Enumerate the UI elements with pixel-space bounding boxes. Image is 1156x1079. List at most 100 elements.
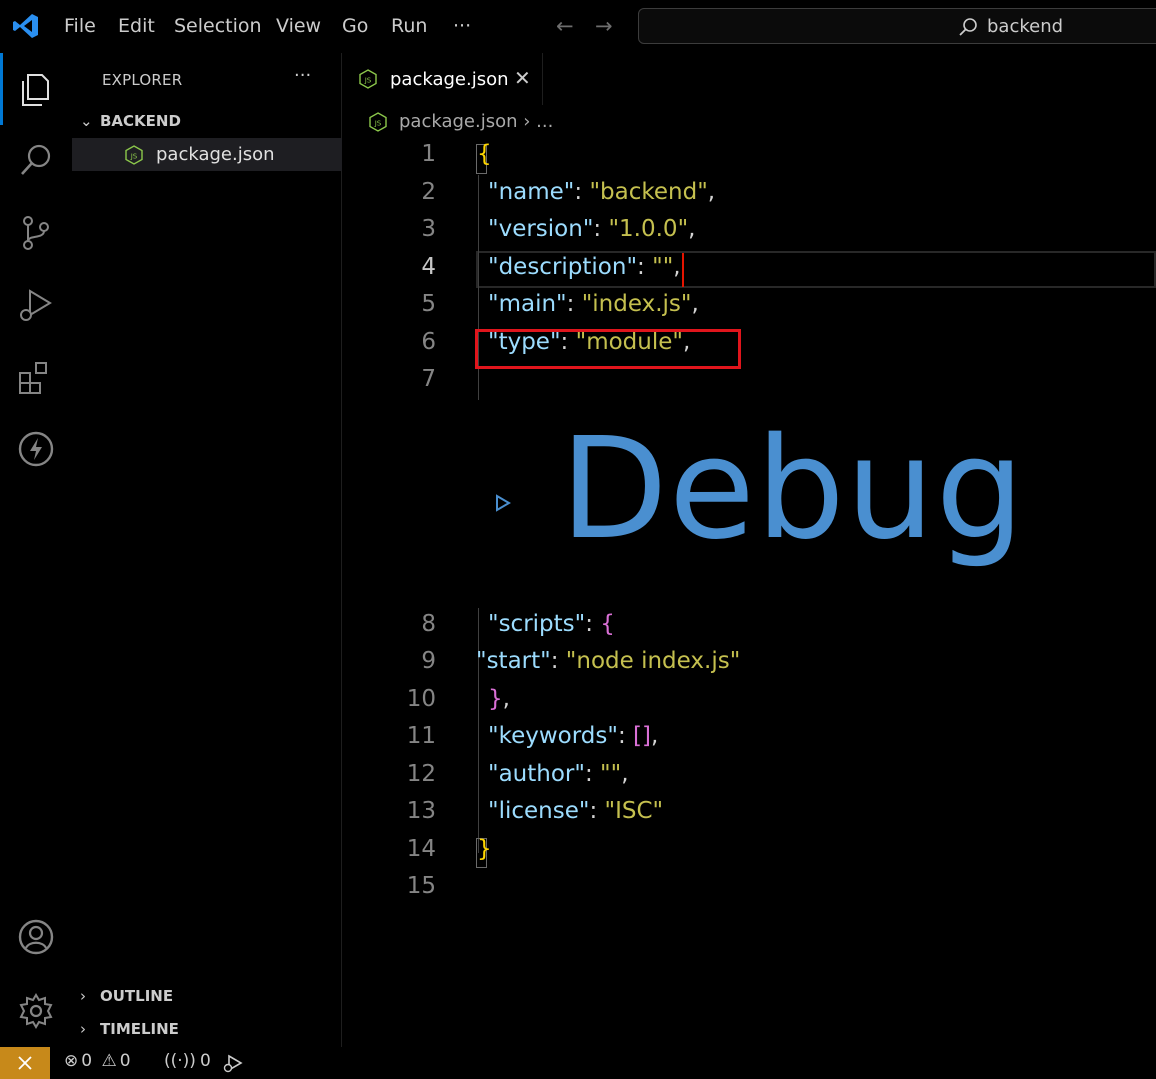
comma: , <box>688 216 696 242</box>
ports-status[interactable]: ((·)) 0 <box>164 1051 211 1071</box>
active-indicator <box>0 53 3 125</box>
warning-icon: ⚠ <box>101 1051 117 1071</box>
file-name: package.json <box>156 144 275 165</box>
code-line-8[interactable]: "scripts": { <box>488 611 615 637</box>
error-icon: ⊗ <box>64 1051 79 1071</box>
command-center-search[interactable]: backend <box>638 8 1156 44</box>
json-value: "1.0.0" <box>608 216 689 242</box>
outline-section[interactable]: › OUTLINE <box>80 987 173 1005</box>
status-bar: ⊗ 0 ⚠ 0 ((·)) 0 <box>0 1047 1156 1079</box>
debug-play-icon[interactable] <box>494 493 512 513</box>
debug-status-icon[interactable] <box>222 1053 244 1073</box>
extensions-icon[interactable] <box>14 355 58 399</box>
line-number: 1 <box>421 141 436 167</box>
code-line-5[interactable]: "main": "index.js", <box>488 291 699 317</box>
search-icon[interactable] <box>14 139 58 183</box>
menu-view[interactable]: View <box>276 15 321 37</box>
line-number: 13 <box>406 798 436 824</box>
nodejs-file-icon: JS <box>359 69 377 89</box>
timeline-section[interactable]: › TIMELINE <box>80 1020 179 1038</box>
chevron-right-icon: › <box>80 1020 86 1038</box>
explorer-sidebar: EXPLORER ··· ⌄ BACKEND JS package.json › O… <box>72 53 342 1047</box>
vscode-logo-icon <box>13 14 38 38</box>
warning-count: 0 <box>119 1051 131 1071</box>
json-key: "keywords" <box>488 723 618 749</box>
close-icon[interactable]: ✕ <box>514 66 531 90</box>
comma: , <box>707 179 716 205</box>
breadcrumb-text: package.json › ... <box>399 111 554 132</box>
accounts-icon[interactable] <box>14 915 58 959</box>
json-value: "" <box>600 761 622 787</box>
menu-file[interactable]: File <box>64 15 96 37</box>
line-number: 8 <box>421 611 436 637</box>
js-badge: JS <box>130 153 138 161</box>
json-value: "node index.js" <box>565 648 741 674</box>
code-line-9[interactable]: "start": "node index.js" <box>476 648 740 674</box>
json-key: "description" <box>488 254 638 280</box>
explorer-more-button[interactable]: ··· <box>294 65 311 86</box>
problems-status[interactable]: ⊗ 0 ⚠ 0 <box>64 1051 131 1071</box>
run-debug-icon[interactable] <box>14 283 58 327</box>
json-value: "backend" <box>589 179 708 205</box>
search-icon <box>959 18 977 36</box>
activity-bar <box>0 53 72 1047</box>
file-item-package-json[interactable]: JS package.json <box>72 138 342 171</box>
line-number: 6 <box>421 329 436 355</box>
menu-edit[interactable]: Edit <box>118 15 155 37</box>
json-key: "start" <box>476 648 551 674</box>
json-key: "main" <box>488 291 567 317</box>
explorer-icon[interactable] <box>14 67 58 111</box>
back-arrow-icon[interactable]: ← <box>556 14 574 38</box>
menu-run[interactable]: Run <box>391 15 427 37</box>
colon: : <box>574 179 590 205</box>
colon: : <box>617 723 633 749</box>
colon: : <box>566 291 582 317</box>
line-number: 10 <box>406 686 436 712</box>
json-value: "index.js" <box>581 291 692 317</box>
comma: , <box>502 686 510 712</box>
json-value: "ISC" <box>604 798 664 824</box>
code-line-3[interactable]: "version": "1.0.0", <box>488 216 695 242</box>
brace-close: } <box>488 686 503 712</box>
colon: : <box>589 798 605 824</box>
json-key: "scripts" <box>488 611 586 637</box>
source-control-icon[interactable] <box>14 211 58 255</box>
colon: : <box>593 216 609 242</box>
settings-gear-icon[interactable] <box>14 989 58 1033</box>
chevron-down-icon: ⌄ <box>80 112 93 130</box>
thunder-client-icon[interactable] <box>14 427 58 471</box>
code-line-10[interactable]: }, <box>488 686 510 712</box>
comma: , <box>650 723 659 749</box>
remote-icon <box>18 1056 32 1070</box>
line-number: 9 <box>421 648 436 674</box>
colon: : <box>585 611 601 637</box>
code-line-2[interactable]: "name": "backend", <box>488 179 715 205</box>
editor-area: JS package.json ✕ JS package.json › ... … <box>342 53 1156 1047</box>
line-number: 5 <box>421 291 436 317</box>
tab-package-json[interactable]: JS package.json ✕ <box>342 53 543 105</box>
code-line-12[interactable]: "author": "", <box>488 761 629 787</box>
code-line-14[interactable]: } <box>477 836 492 862</box>
debug-codelens[interactable]: Debug <box>560 408 1025 571</box>
code-line-4[interactable]: "description": "", <box>488 254 681 280</box>
code-line-1[interactable]: { <box>477 141 492 167</box>
text-cursor <box>682 253 684 287</box>
nodejs-file-icon: JS <box>369 112 387 132</box>
menu-selection[interactable]: Selection <box>174 15 262 37</box>
json-key: "author" <box>488 761 585 787</box>
forward-arrow-icon[interactable]: → <box>595 14 613 38</box>
code-line-11[interactable]: "keywords": [], <box>488 723 658 749</box>
comma: , <box>691 291 699 317</box>
remote-indicator[interactable] <box>0 1047 50 1079</box>
menu-more[interactable]: ··· <box>453 15 471 37</box>
menu-go[interactable]: Go <box>342 15 368 37</box>
outline-label: OUTLINE <box>100 987 174 1005</box>
error-count: 0 <box>81 1051 93 1071</box>
code-line-13[interactable]: "license": "ISC" <box>488 798 663 824</box>
line-number: 12 <box>406 761 436 787</box>
chevron-right-icon: › <box>80 987 86 1005</box>
timeline-label: TIMELINE <box>100 1020 179 1038</box>
tab-label: package.json <box>390 69 509 90</box>
line-number: 14 <box>406 836 436 862</box>
folder-backend[interactable]: ⌄ BACKEND <box>80 112 181 130</box>
